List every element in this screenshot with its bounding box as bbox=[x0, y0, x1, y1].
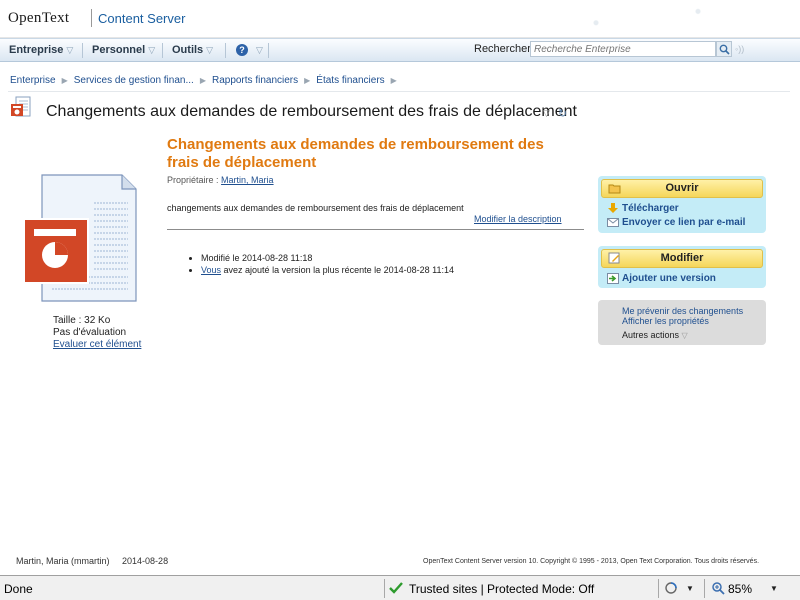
security-zone[interactable]: Trusted sites | Protected Mode: Off bbox=[409, 582, 594, 596]
zoom-icon bbox=[712, 582, 725, 595]
add-version-icon bbox=[607, 273, 619, 284]
opentext-logo[interactable]: OpenText bbox=[8, 10, 69, 27]
chevron-down-icon: ▽ bbox=[148, 45, 156, 55]
app-header: OpenText Content Server bbox=[0, 0, 800, 38]
download-link[interactable]: Télécharger bbox=[622, 203, 679, 214]
rating-text: Pas d'évaluation bbox=[53, 327, 127, 338]
open-folder-icon bbox=[608, 184, 621, 194]
logo-divider bbox=[91, 9, 92, 27]
main-content: Enterprise ▶ Services de gestion finan... ▶… bbox=[0, 63, 800, 574]
email-link[interactable]: Envoyer ce lien par e-mail bbox=[622, 217, 745, 228]
chevron-down-icon[interactable]: ▼ bbox=[770, 584, 778, 593]
chevron-right-icon: ▶ bbox=[390, 76, 397, 85]
global-menu-bar: Entreprise ▽ Personnel ▽ Outils ▽ ? ▽ Reche… bbox=[0, 38, 800, 62]
breadcrumb: Enterprise ▶ Services de gestion finan... ▶… bbox=[10, 75, 403, 86]
chevron-down-icon: ▽ bbox=[66, 45, 74, 55]
more-actions-label: Autres actions bbox=[622, 330, 680, 340]
list-item: Modifié le 2014-08-28 11:18 bbox=[201, 252, 454, 264]
document-meta: Taille : 32 Ko Pas d'évaluation Evaluer … bbox=[53, 315, 141, 351]
help-icon[interactable]: ? bbox=[236, 44, 248, 56]
search-input[interactable] bbox=[530, 41, 716, 57]
divider bbox=[8, 91, 790, 92]
status-divider bbox=[704, 579, 705, 598]
email-icon bbox=[607, 218, 619, 227]
document-description: changements aux demandes de remboursemen… bbox=[167, 203, 464, 213]
search-button[interactable] bbox=[716, 41, 732, 57]
checkmark-icon bbox=[389, 582, 403, 594]
copyright: OpenText Content Server version 10. Copy… bbox=[423, 558, 760, 565]
zoom-level[interactable]: 85% bbox=[728, 582, 752, 596]
modify-description-link[interactable]: Modifier la description bbox=[474, 214, 562, 224]
add-version-link[interactable]: Ajouter une version bbox=[622, 273, 716, 284]
status-divider bbox=[384, 579, 385, 598]
owner-link[interactable]: Martin, Maria bbox=[221, 175, 274, 185]
menu-label: Outils bbox=[172, 44, 204, 56]
menu-divider bbox=[268, 43, 269, 58]
more-actions-panel: Me prévenir des changements Afficher les… bbox=[598, 300, 766, 345]
owner-label: Propriétaire : bbox=[167, 175, 219, 185]
chevron-down-icon[interactable]: ▼ bbox=[686, 584, 694, 593]
size-label: Taille : bbox=[53, 315, 82, 326]
chevron-down-icon: ▽ bbox=[206, 45, 214, 55]
chevron-right-icon: ▶ bbox=[199, 76, 206, 85]
open-button[interactable]: Ouvrir bbox=[601, 179, 763, 198]
menu-outils[interactable]: Outils ▽ bbox=[172, 44, 213, 56]
product-name: Content Server bbox=[98, 11, 186, 26]
breadcrumb-item[interactable]: Enterprise bbox=[10, 75, 56, 86]
document-heading: Changements aux demandes de remboursemen… bbox=[167, 136, 544, 171]
status-text: Done bbox=[4, 582, 33, 596]
size-value: 32 Ko bbox=[84, 315, 111, 326]
rate-item-link[interactable]: Evaluer cet élément bbox=[53, 339, 141, 350]
title-menu-chevron-icon[interactable]: ▽ bbox=[543, 108, 550, 119]
version-text: avez ajouté la version la plus récente l… bbox=[221, 265, 455, 275]
history-list: Modifié le 2014-08-28 11:18 Vous avez aj… bbox=[187, 252, 454, 276]
footer-user-info: Martin, Maria (mmartin) 2014-08-28 bbox=[16, 556, 168, 566]
powerpoint-file-icon bbox=[11, 96, 31, 117]
size-row: Taille : 32 Ko bbox=[53, 315, 141, 327]
refresh-icon[interactable]: ↻ bbox=[558, 107, 567, 120]
breadcrumb-item[interactable]: Rapports financiers bbox=[212, 75, 298, 86]
chevron-right-icon: ▶ bbox=[304, 76, 311, 85]
open-actions-panel: Ouvrir Télécharger Envoyer ce lien par e… bbox=[598, 176, 766, 233]
divider bbox=[167, 229, 584, 230]
menu-divider bbox=[82, 43, 83, 58]
breadcrumb-item[interactable]: États financiers bbox=[316, 75, 384, 86]
edit-icon bbox=[608, 252, 620, 264]
chevron-down-icon[interactable]: ▽ bbox=[256, 45, 263, 56]
footer-date: 2014-08-28 bbox=[122, 556, 169, 566]
more-actions-menu[interactable]: Autres actions ▽ bbox=[622, 330, 688, 340]
protected-mode-icon[interactable] bbox=[664, 581, 680, 596]
menu-entreprise[interactable]: Entreprise ▽ bbox=[9, 44, 73, 56]
open-label: Ouvrir bbox=[665, 182, 699, 194]
browser-status-bar: Done Trusted sites | Protected Mode: Off… bbox=[0, 575, 800, 600]
search-options-icon[interactable]: ◦)) bbox=[735, 44, 744, 54]
status-divider bbox=[658, 579, 659, 598]
show-properties-link[interactable]: Afficher les propriétés bbox=[622, 316, 709, 326]
you-link[interactable]: Vous bbox=[201, 265, 221, 275]
menu-label: Entreprise bbox=[9, 44, 64, 56]
search-label: Rechercher bbox=[474, 43, 531, 55]
list-item: Vous avez ajouté la version la plus réce… bbox=[201, 264, 454, 276]
world-map-decoration bbox=[460, 0, 800, 38]
menu-divider bbox=[225, 43, 226, 58]
search-icon bbox=[719, 44, 730, 55]
download-icon bbox=[608, 203, 618, 213]
owner-row: Propriétaire : Martin, Maria bbox=[167, 175, 274, 185]
notify-changes-link[interactable]: Me prévenir des changements bbox=[622, 306, 743, 316]
menu-label: Personnel bbox=[92, 44, 146, 56]
chevron-down-icon: ▽ bbox=[681, 331, 688, 340]
page-title: Changements aux demandes de remboursemen… bbox=[46, 103, 577, 120]
edit-label: Modifier bbox=[660, 252, 704, 264]
menu-personnel[interactable]: Personnel ▽ bbox=[92, 44, 155, 56]
chevron-right-icon: ▶ bbox=[61, 76, 68, 85]
edit-button[interactable]: Modifier bbox=[601, 249, 763, 268]
document-preview-icon bbox=[23, 174, 137, 302]
breadcrumb-item[interactable]: Services de gestion finan... bbox=[74, 75, 194, 86]
edit-actions-panel: Modifier Ajouter une version bbox=[598, 246, 766, 288]
footer-user: Martin, Maria (mmartin) bbox=[16, 556, 110, 566]
menu-divider bbox=[162, 43, 163, 58]
